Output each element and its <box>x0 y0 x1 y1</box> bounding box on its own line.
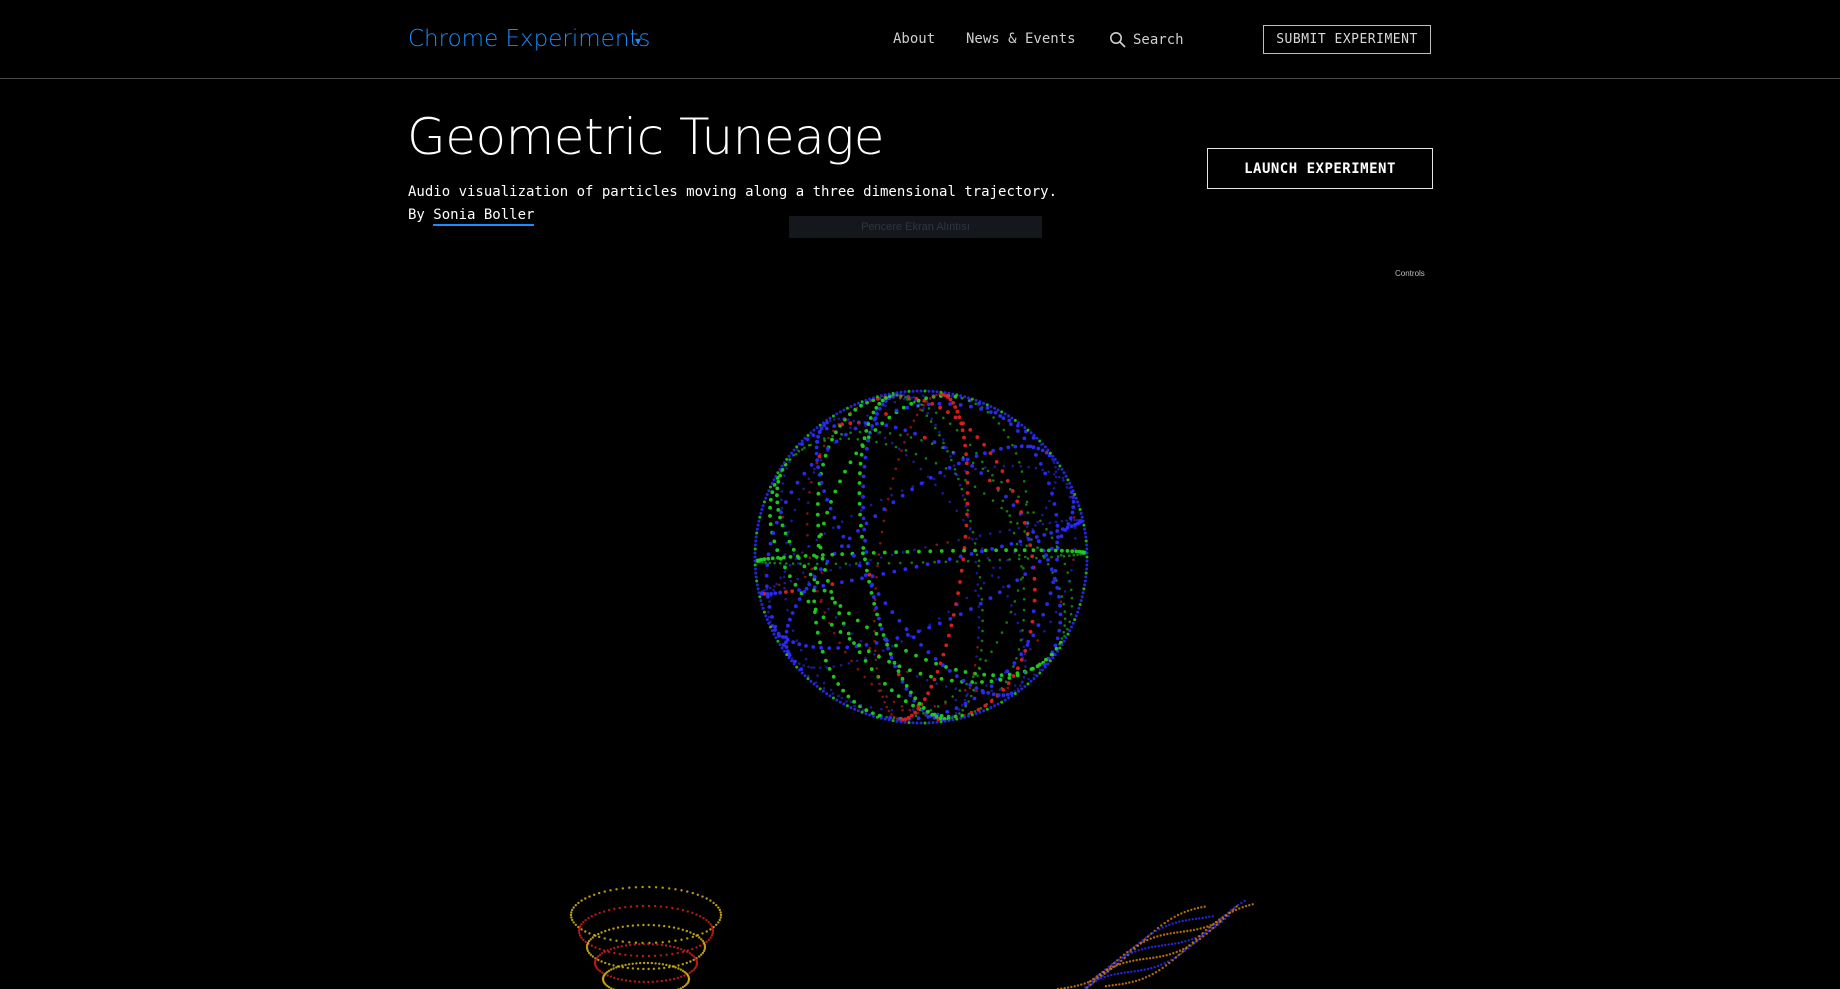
search-button[interactable]: Search <box>1109 31 1184 49</box>
submit-experiment-button[interactable]: SUBMIT EXPERIMENT <box>1263 25 1431 54</box>
experiment-title: Geometric Tuneage <box>407 108 885 166</box>
caret-down-icon[interactable]: ▾ <box>635 34 641 48</box>
controls-toggle[interactable]: Controls <box>1395 269 1425 278</box>
search-icon <box>1109 31 1127 49</box>
brand-link[interactable]: Chrome Experiments <box>408 26 650 52</box>
particle-sphere-visualization[interactable] <box>408 246 1433 846</box>
by-prefix: By <box>408 207 425 223</box>
experiment-description: Audio visualization of particles moving … <box>408 184 1058 200</box>
related-experiments-preview[interactable] <box>408 860 1433 989</box>
particle-sphere <box>753 389 1089 725</box>
nav-news-events-link[interactable]: News & Events <box>966 31 1076 47</box>
related-thumbnail-right[interactable] <box>1056 899 1254 989</box>
screen-capture-overlay: Pencere Ekran Alıntısı <box>789 216 1042 238</box>
top-navigation-bar: Chrome Experiments ▾ About News & Events… <box>0 0 1840 79</box>
launch-experiment-button[interactable]: LAUNCH EXPERIMENT <box>1207 148 1433 189</box>
related-thumbnail-left[interactable] <box>569 885 723 989</box>
author-link[interactable]: Sonia Boller <box>433 207 535 226</box>
nav-about-link[interactable]: About <box>893 31 935 47</box>
author-byline: By Sonia Boller <box>408 207 535 226</box>
search-label: Search <box>1133 32 1184 48</box>
